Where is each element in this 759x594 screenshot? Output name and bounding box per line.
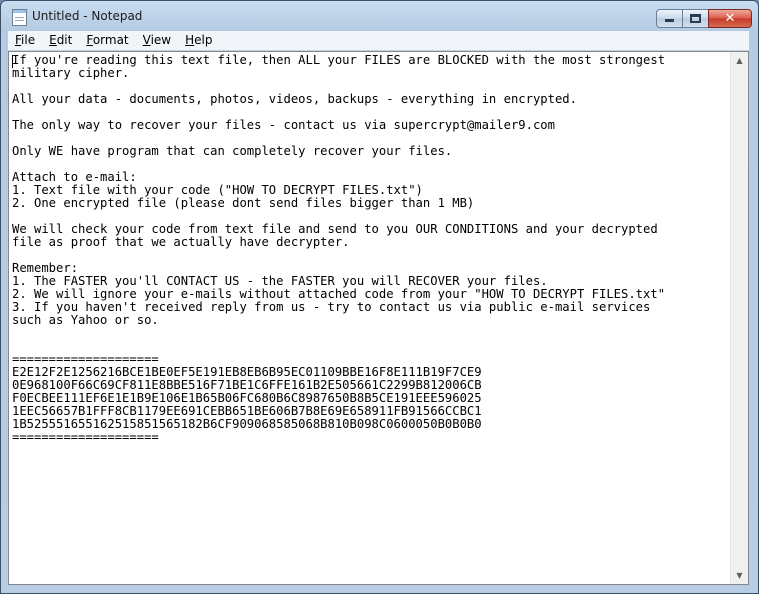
menu-file-label: ile — [21, 33, 36, 47]
notepad-window: Untitled - Notepad ✕ File Edit Format Vi… — [0, 0, 759, 594]
menu-bar: File Edit Format View Help — [8, 31, 749, 51]
minimize-button[interactable] — [656, 9, 683, 28]
caption-buttons: ✕ — [656, 9, 752, 28]
close-button[interactable]: ✕ — [708, 9, 752, 28]
menu-help-label: elp — [194, 33, 213, 47]
scroll-up-arrow-icon[interactable]: ▲ — [731, 52, 748, 69]
menu-view-accel: V — [142, 33, 151, 47]
menu-file[interactable]: File — [8, 31, 42, 50]
scroll-down-arrow-icon[interactable]: ▼ — [731, 567, 748, 584]
editor-text[interactable]: If you're reading this text file, then A… — [12, 54, 730, 582]
window-title: Untitled - Notepad — [32, 9, 143, 23]
menu-format-label: ormat — [92, 33, 129, 47]
menu-help-accel: H — [185, 33, 195, 47]
menu-help[interactable]: Help — [178, 31, 219, 50]
close-icon: ✕ — [724, 11, 736, 26]
vertical-scrollbar[interactable]: ▲ ▼ — [730, 52, 748, 584]
menu-view-label: iew — [150, 33, 172, 47]
minimize-icon — [665, 19, 674, 22]
menu-edit-label: dit — [56, 33, 73, 47]
menu-edit-accel: E — [49, 33, 57, 47]
title-bar[interactable]: Untitled - Notepad ✕ — [1, 1, 758, 31]
text-caret — [12, 55, 13, 68]
editor-area[interactable]: If you're reading this text file, then A… — [8, 51, 749, 585]
menu-format[interactable]: Format — [79, 31, 135, 50]
maximize-icon — [690, 14, 701, 23]
maximize-button[interactable] — [682, 9, 709, 28]
menu-view[interactable]: View — [136, 31, 178, 50]
menu-edit[interactable]: Edit — [42, 31, 79, 50]
notepad-icon[interactable] — [12, 9, 27, 26]
